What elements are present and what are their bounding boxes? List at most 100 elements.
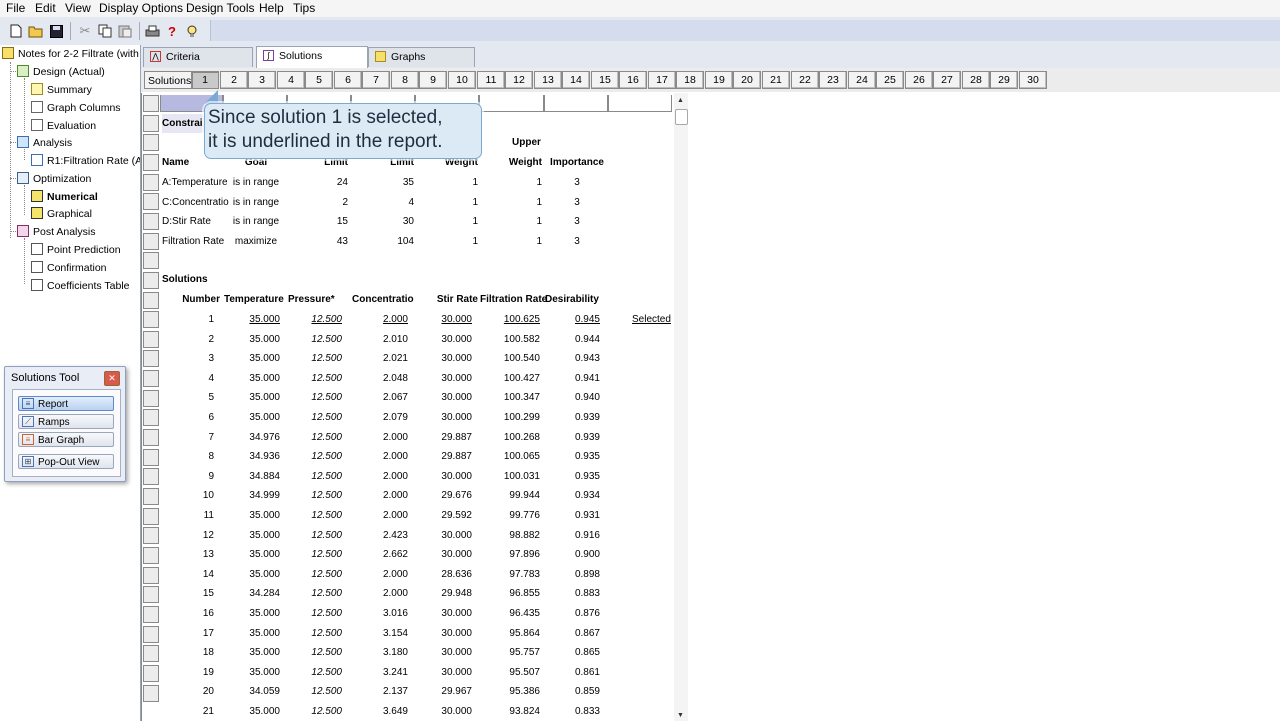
row-header[interactable]	[143, 409, 159, 427]
row-header[interactable]	[143, 389, 159, 407]
row-header[interactable]	[143, 271, 159, 289]
menu-help[interactable]: Help	[259, 1, 284, 15]
solution-button-6[interactable]: 6	[334, 71, 362, 89]
row-header[interactable]	[143, 153, 159, 171]
solution-button-10[interactable]: 10	[448, 71, 476, 89]
menu-view[interactable]: View	[65, 1, 91, 15]
ramps-button[interactable]: ⟋ Ramps	[18, 414, 114, 429]
scroll-down-icon[interactable]: ▼	[677, 712, 684, 719]
solution-button-14[interactable]: 14	[562, 71, 590, 89]
tree-optimization[interactable]: Optimization	[17, 171, 91, 187]
bar-graph-button[interactable]: ≡ Bar Graph	[18, 432, 114, 447]
row-header[interactable]	[143, 605, 159, 623]
row-header[interactable]	[143, 429, 159, 447]
row-header[interactable]	[143, 350, 159, 368]
solution-button-21[interactable]: 21	[762, 71, 790, 89]
solution-button-13[interactable]: 13	[534, 71, 562, 89]
row-header[interactable]	[143, 546, 159, 564]
row-header[interactable]	[143, 586, 159, 604]
cut-icon[interactable]: ✂	[76, 22, 94, 40]
row-header[interactable]	[143, 488, 159, 505]
tree-evaluation[interactable]: Evaluation	[31, 118, 96, 134]
row-header[interactable]	[143, 370, 159, 388]
solution-button-30[interactable]: 30	[1019, 71, 1047, 89]
pop-out-view-button[interactable]: ⊞ Pop-Out View	[18, 454, 114, 469]
tree-design[interactable]: Design (Actual)	[17, 64, 105, 80]
row-header[interactable]	[143, 468, 159, 486]
tree-point-prediction[interactable]: Point Prediction	[31, 242, 121, 258]
solution-button-24[interactable]: 24	[848, 71, 876, 89]
report-button[interactable]: ≡ Report	[18, 396, 114, 411]
copy-icon[interactable]	[96, 22, 114, 40]
scroll-up-icon[interactable]: ▲	[677, 97, 684, 104]
solution-button-15[interactable]: 15	[591, 71, 619, 89]
row-header[interactable]	[143, 232, 159, 250]
solution-button-8[interactable]: 8	[391, 71, 419, 89]
row-header[interactable]	[143, 252, 159, 270]
solution-button-28[interactable]: 28	[962, 71, 990, 89]
solution-button-25[interactable]: 25	[876, 71, 904, 89]
help-icon[interactable]: ?	[163, 22, 181, 40]
tab-criteria[interactable]: ⋀ Criteria	[143, 47, 253, 67]
tree-coefficients-table[interactable]: Coefficients Table	[31, 278, 130, 294]
row-header[interactable]	[143, 114, 159, 132]
solution-button-3[interactable]: 3	[248, 71, 276, 89]
tree-r1-filtration-rate[interactable]: R1:Filtration Rate (A	[31, 153, 140, 169]
menu-design-tools[interactable]: Design Tools	[186, 1, 254, 15]
row-header[interactable]	[143, 311, 159, 329]
row-header[interactable]	[143, 566, 159, 584]
menu-edit[interactable]: Edit	[35, 1, 56, 15]
row-header[interactable]	[143, 625, 159, 643]
tree-summary[interactable]: Summary	[31, 82, 92, 98]
new-file-icon[interactable]	[7, 22, 25, 40]
row-header[interactable]	[143, 684, 159, 702]
open-folder-icon[interactable]	[27, 22, 45, 40]
row-header[interactable]	[143, 507, 159, 525]
row-header[interactable]	[143, 212, 159, 230]
column-header[interactable]	[608, 95, 672, 112]
solution-button-5[interactable]: 5	[305, 71, 333, 89]
solution-button-18[interactable]: 18	[676, 71, 704, 89]
row-header[interactable]	[143, 527, 159, 545]
tab-graphs[interactable]: Graphs	[368, 47, 475, 67]
row-header[interactable]	[143, 291, 159, 309]
tree-numerical[interactable]: Numerical	[31, 189, 98, 205]
solution-button-20[interactable]: 20	[733, 71, 761, 89]
solution-button-11[interactable]: 11	[477, 71, 505, 89]
solution-button-19[interactable]: 19	[705, 71, 733, 89]
tips-bulb-icon[interactable]	[183, 22, 201, 40]
print-icon[interactable]	[143, 22, 161, 40]
row-header[interactable]	[143, 173, 159, 191]
row-header[interactable]	[143, 134, 159, 152]
solution-button-7[interactable]: 7	[362, 71, 390, 89]
column-header[interactable]	[544, 95, 608, 112]
column-header[interactable]	[479, 95, 544, 112]
solution-button-23[interactable]: 23	[819, 71, 847, 89]
row-header[interactable]	[143, 448, 159, 466]
paste-icon[interactable]	[116, 22, 134, 40]
tree-confirmation[interactable]: Confirmation	[31, 260, 107, 276]
tree-graph-columns[interactable]: Graph Columns	[31, 100, 121, 116]
solution-button-2[interactable]: 2	[220, 71, 248, 89]
row-header[interactable]	[143, 664, 159, 682]
row-header[interactable]	[143, 645, 159, 663]
tree-root[interactable]: Notes for 2-2 Filtrate (with	[2, 46, 139, 62]
tree-analysis[interactable]: Analysis	[17, 135, 72, 151]
tree-post-analysis[interactable]: Post Analysis	[17, 224, 95, 240]
solution-button-9[interactable]: 9	[419, 71, 447, 89]
tab-solutions[interactable]: ∫ Solutions	[256, 46, 368, 68]
solution-button-1[interactable]: 1	[191, 71, 219, 89]
menu-display-options[interactable]: Display Options	[99, 1, 183, 15]
close-icon[interactable]: ✕	[104, 371, 120, 386]
menu-tips[interactable]: Tips	[293, 1, 315, 15]
solution-button-17[interactable]: 17	[648, 71, 676, 89]
solution-button-22[interactable]: 22	[791, 71, 819, 89]
row-header[interactable]	[143, 330, 159, 348]
solution-button-29[interactable]: 29	[990, 71, 1018, 89]
menu-file[interactable]: File	[6, 1, 25, 15]
solution-button-26[interactable]: 26	[905, 71, 933, 89]
solution-button-4[interactable]: 4	[277, 71, 305, 89]
row-header[interactable]	[143, 193, 159, 211]
solution-button-27[interactable]: 27	[933, 71, 961, 89]
report-scrollbar[interactable]: ▲ ▼	[674, 93, 688, 721]
